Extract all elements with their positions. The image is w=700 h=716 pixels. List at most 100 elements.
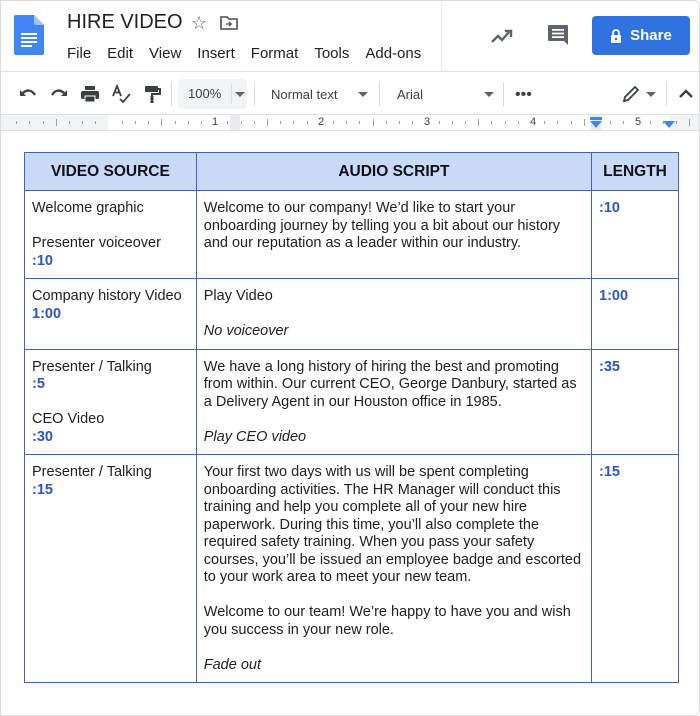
menu-add-ons[interactable]: Add-ons [365,45,421,62]
ruler-tick [399,121,400,124]
menu-insert[interactable]: Insert [197,45,235,62]
docs-logo-icon[interactable] [14,15,44,55]
app-header: HIRE VIDEO ☆ File Edit View Insert Forma… [1,1,699,71]
ruler-number: 5 [635,116,642,128]
ruler-tick [373,119,374,126]
direction-note: Play CEO video [203,428,307,445]
ruler-tick [188,121,189,124]
menu-file[interactable]: File [67,45,91,62]
spellcheck-icon[interactable] [111,84,131,104]
video-source-cell[interactable]: Presenter / Talking:15 [24,454,197,683]
audio-script-cell[interactable]: Your first two days with us will be spen… [195,454,593,683]
ruler-tick [293,121,294,124]
ruler-tick [412,121,413,124]
zoom-dropdown-caret-icon[interactable] [235,92,245,97]
total-length: 1:00 [599,288,629,304]
font-select[interactable]: Arial [397,87,423,102]
table-row: Welcome graphic Presenter voiceover:10 Wel… [24,190,679,279]
ruler-tick [56,119,57,126]
audio-script-cell[interactable]: We have a long history of hiring the bes… [195,348,593,455]
video-source-cell[interactable]: Presenter / Talking:5 CEO Video:30 [24,348,197,455]
first-line-indent-icon[interactable] [590,117,602,120]
paint-format-icon[interactable] [142,84,162,104]
star-icon[interactable]: ☆ [191,13,207,34]
column-separator-handle[interactable] [230,115,240,130]
menu-view[interactable]: View [149,45,181,62]
activity-trend-icon[interactable] [491,27,515,45]
menu-format[interactable]: Format [251,45,299,62]
audio-script-cell[interactable]: Welcome to our company! We’d like to sta… [195,190,593,279]
comment-icon[interactable] [547,24,569,46]
ruler-tick [227,121,228,124]
lock-icon [611,28,622,43]
ruler-tick [82,121,83,124]
duration-label: :30 [32,428,53,445]
ruler-tick [346,121,347,124]
share-button[interactable]: Share [592,16,690,55]
toolbar-divider [379,82,380,106]
ruler-tick [333,121,334,124]
menu-tools[interactable]: Tools [314,45,349,62]
ruler-tick [571,121,572,124]
ruler-tick [95,121,96,124]
script-table: VIDEO SOURCE AUDIO SCRIPT LENGTH Welcome… [24,152,679,683]
ruler-tick [201,121,202,124]
print-icon[interactable] [80,84,100,104]
cell-text: Welcome to our team! We’re happy to have… [203,604,571,638]
zoom-select[interactable]: 100% [178,79,247,109]
toolbar-divider [254,82,255,106]
ruler-tick [386,121,387,124]
ruler-tick [307,121,308,124]
style-dropdown-caret-icon[interactable] [358,92,368,97]
video-source-cell[interactable]: Company history Video 1:00 [24,278,197,350]
menu-edit[interactable]: Edit [107,45,133,62]
ruler-number: 1 [212,116,219,128]
ruler-tick [491,121,492,124]
collapse-chevron-up-icon[interactable] [676,84,696,104]
document-title[interactable]: HIRE VIDEO [67,11,183,34]
ruler-number: 4 [530,116,537,128]
column-header-length[interactable]: LENGTH [591,152,679,191]
ruler-tick [69,121,70,124]
ruler-tick [676,121,677,124]
move-to-folder-icon[interactable] [220,16,238,30]
length-cell[interactable]: :35 [591,348,679,455]
audio-script-cell[interactable]: Play Video No voiceover [195,278,593,350]
ruler-tick [135,121,136,124]
menu-bar: File Edit View Insert Format Tools Add-o… [67,45,437,62]
right-indent-icon[interactable] [663,121,675,128]
edit-mode-caret-icon[interactable] [646,92,656,97]
ruler-tick [610,121,611,124]
length-cell[interactable]: :10 [591,190,679,279]
cell-text: Company history Video [32,288,182,304]
column-header-video-source[interactable]: VIDEO SOURCE [24,152,197,191]
video-source-cell[interactable]: Welcome graphic Presenter voiceover:10 [24,190,197,279]
paragraph-style-select[interactable]: Normal text [271,87,337,102]
ruler-tick [241,121,242,124]
length-cell[interactable]: :15 [591,454,679,683]
ruler-tick [161,119,162,126]
ruler-tick [148,121,149,124]
length-cell[interactable]: 1:00 [591,278,679,350]
ruler-tick [505,121,506,124]
undo-icon[interactable] [18,84,38,104]
cell-text: Presenter voiceover [32,235,161,251]
direction-note: Fade out [203,656,262,673]
document-canvas[interactable]: VIDEO SOURCE AUDIO SCRIPT LENGTH Welcome… [1,132,699,715]
more-options-icon[interactable]: ••• [515,86,532,104]
edit-mode-pencil-icon[interactable] [621,84,641,104]
ruler-tick [16,121,17,124]
redo-icon[interactable] [49,84,69,104]
left-indent-icon[interactable] [590,121,602,128]
column-header-audio-script[interactable]: AUDIO SCRIPT [195,152,593,191]
font-dropdown-caret-icon[interactable] [484,92,494,97]
duration-label: 1:00 [32,305,62,322]
ruler[interactable]: 1 2 3 4 5 [1,115,699,131]
ruler-tick [254,121,255,124]
total-length: :15 [599,464,620,480]
